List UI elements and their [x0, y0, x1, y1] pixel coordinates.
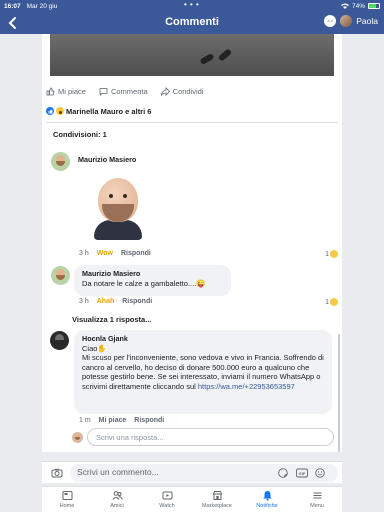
tab-label: Amici — [110, 503, 124, 509]
wow-emoji-icon — [330, 250, 338, 258]
reactions-text: Marinella Mauro e altri 6 — [66, 106, 152, 116]
reply-input[interactable]: Scrivi una risposta... — [87, 428, 334, 446]
tab-label: Home — [59, 503, 75, 509]
user-avatar — [72, 432, 83, 443]
sticker-icon[interactable] — [278, 468, 288, 478]
avatar[interactable] — [50, 331, 69, 350]
reply-author[interactable]: Hocnla Gjank — [82, 334, 324, 344]
profile-avatar[interactable] — [340, 15, 353, 27]
watch-icon — [162, 491, 172, 500]
memoji-sticker — [94, 174, 142, 240]
comment-meta: 3 h Ahah Rispondi — [79, 298, 152, 305]
tab-notifications[interactable]: Notifiche — [245, 487, 289, 512]
tab-label: Watch — [159, 503, 175, 509]
divider — [46, 122, 338, 123]
avatar[interactable] — [51, 266, 70, 285]
comment-meta: 3 h Wow Rispondi — [79, 250, 151, 257]
friends-icon — [111, 491, 123, 500]
comment-time: 3 h — [79, 298, 89, 305]
haha-emoji-icon — [330, 298, 338, 306]
tab-marketplace[interactable]: Marketplace — [195, 487, 239, 512]
battery-icon — [368, 3, 380, 9]
home-icon — [62, 491, 72, 500]
back-chevron-icon[interactable] — [6, 15, 20, 31]
reply-bubble: Hocnla Gjank Ciao✋ Mi scuso per l'inconv… — [74, 330, 332, 414]
top-navbar: Commenti Paola — [0, 12, 384, 34]
post-actions-bar: Mi piace Commenta Condividi — [46, 84, 338, 98]
status-bar: 16:07 Mar 20 giu • • • 74% — [0, 0, 384, 12]
reply-greeting: Ciao✋ — [82, 343, 107, 353]
tab-menu[interactable]: Menu — [295, 487, 339, 512]
avatar[interactable] — [51, 152, 70, 171]
camera-icon[interactable] — [51, 467, 63, 479]
wow-reaction-icon — [56, 107, 64, 115]
comment-time: 3 h — [79, 250, 89, 257]
status-time: 16:07 — [4, 2, 21, 10]
comment-reaction-count[interactable]: 1 — [325, 298, 338, 306]
share-icon — [160, 86, 170, 96]
comment-bubble: Maurizio Masiero Da notare le calze a ga… — [74, 265, 231, 296]
tab-watch[interactable]: Watch — [145, 487, 189, 512]
haha-reaction-button[interactable]: Ahah — [97, 298, 115, 305]
comment-icon — [99, 87, 108, 96]
status-date: Mar 20 giu — [26, 2, 58, 10]
comments-panel: Mi piace Commenta Condividi Marinella Ma… — [42, 34, 342, 452]
messenger-icon[interactable] — [324, 15, 337, 27]
view-replies-link[interactable]: Visualizza 1 risposta... — [72, 315, 151, 324]
like-label: Mi piace — [58, 86, 86, 96]
tab-friends[interactable]: Amici — [95, 487, 139, 512]
profile-name[interactable]: Paola — [356, 16, 378, 26]
wow-reaction-button[interactable]: Wow — [97, 250, 113, 257]
battery-percent: 74% — [351, 2, 365, 10]
reply-button[interactable]: Rispondi — [121, 250, 151, 257]
comment-author[interactable]: Maurizio Masiero — [78, 155, 136, 164]
svg-text:GIF: GIF — [299, 471, 306, 476]
tab-label: Marketplace — [202, 503, 232, 509]
bell-icon — [262, 491, 272, 501]
reply-button[interactable]: Rispondi — [122, 298, 152, 305]
menu-icon — [313, 492, 321, 499]
comment-label: Commenta — [110, 86, 148, 96]
whatsapp-link[interactable]: https://wa.me/+22953653597 — [198, 382, 295, 391]
share-button[interactable]: Condividi — [160, 86, 204, 96]
reply-like-button[interactable]: Mi piace — [99, 417, 127, 424]
scrollbar[interactable] — [338, 334, 340, 452]
tab-label: Menu — [310, 503, 324, 509]
comment-reaction-count[interactable]: 1 — [325, 250, 338, 258]
thumbs-up-icon — [46, 87, 55, 95]
comment-button[interactable]: Commenta — [99, 87, 148, 96]
reply-time: 1 m — [79, 417, 91, 424]
multitask-dots-icon[interactable]: • • • — [184, 1, 199, 9]
reply-reply-button[interactable]: Rispondi — [134, 417, 164, 424]
post-photo[interactable] — [50, 34, 334, 76]
emoji-icon[interactable] — [315, 468, 325, 478]
shares-count[interactable]: Condivisioni: 1 — [53, 130, 107, 139]
marketplace-icon — [212, 491, 222, 500]
tab-home[interactable]: Home — [45, 487, 89, 512]
comment-composer: Scrivi un commento... GIF — [42, 461, 342, 483]
comment-author[interactable]: Maurizio Masiero — [82, 269, 223, 279]
gif-icon[interactable]: GIF — [296, 468, 308, 478]
comment-text: Da notare le calze a gambaletto....😜 — [82, 278, 206, 288]
wifi-icon — [340, 3, 349, 9]
like-button[interactable]: Mi piace — [46, 87, 86, 96]
share-label: Condividi — [172, 86, 204, 96]
bottom-tab-bar: Home Amici Watch Marketplace Notifiche M… — [42, 486, 342, 512]
reactions-summary[interactable]: Marinella Mauro e altri 6 — [46, 106, 151, 116]
reply-meta: 1 m Mi piace Rispondi — [79, 417, 164, 424]
reply-text: Mi scuso per l'inconveniente, sono vedov… — [82, 353, 324, 391]
like-reaction-icon — [46, 107, 54, 115]
tab-label: Notifiche — [256, 503, 278, 509]
